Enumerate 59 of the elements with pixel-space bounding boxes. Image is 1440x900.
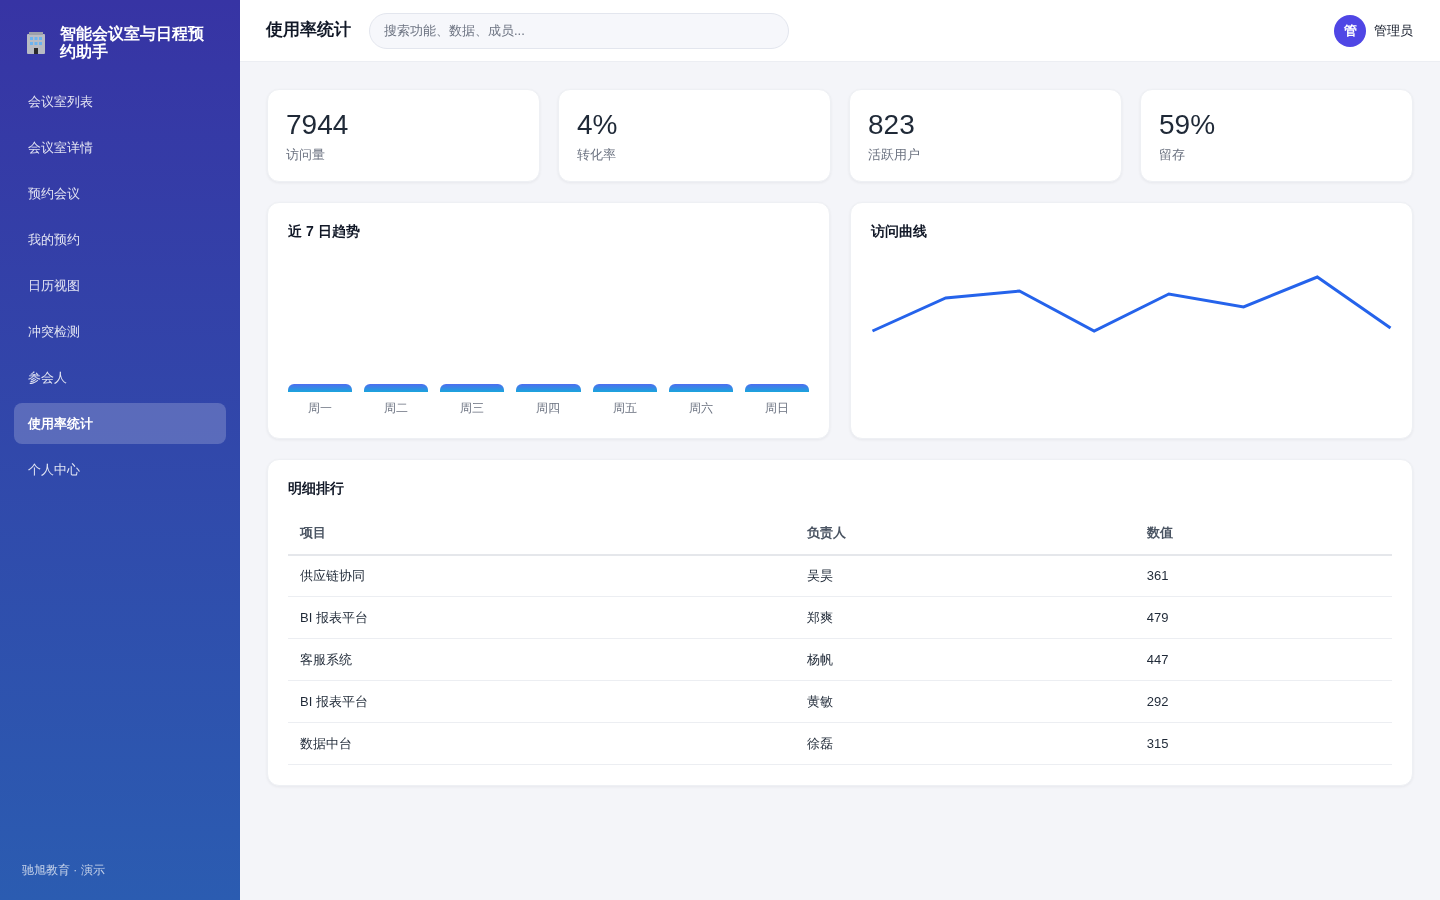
bar-label: 周六 [688,401,713,415]
bar-label: 周一 [308,401,333,415]
app-title: 智能会议室与日程预约助手 [60,25,205,61]
column-header: 负责人 [794,512,1135,555]
user-name[interactable]: 管理员 [1374,20,1413,41]
stat-label: 留存 [1159,146,1186,164]
chart-bar [744,384,809,392]
stat-label: 转化率 [577,146,617,164]
stat-label: 活跃用户 [868,146,921,164]
table-cell: 客服系统 [288,638,795,681]
stat-value: 7944 [286,108,350,142]
table-cell: 黄敏 [794,680,1135,723]
table-title: 明细排行 [288,479,345,497]
chart-title: 近 7 日趋势 [288,223,361,240]
sidebar-item[interactable]: 个人中心 [14,449,226,490]
chart-bar [364,384,429,392]
sidebar-item[interactable]: 我的预约 [14,219,226,260]
table-cell: 数据中台 [288,722,795,765]
sidebar-item[interactable]: 参会人 [14,357,226,398]
chart-bar [592,384,657,392]
table-cell: BI 报表平台 [288,680,795,723]
page-title: 使用率统计 [266,20,351,41]
table-cell: 479 [1134,596,1392,639]
footer-text: 驰旭教育 · 演示 [21,862,106,879]
table-cell: 292 [1134,680,1392,723]
search-field[interactable]: 搜索功能、数据、成员... [369,12,789,49]
table-cell: 447 [1134,638,1392,681]
bar-label: 周二 [384,401,409,415]
table-cell: 徐磊 [794,722,1135,765]
table-cell: 供应链协同 [288,554,795,597]
sidebar-item[interactable]: 预约会议 [14,173,226,214]
chart-bar [440,384,505,392]
sidebar-item[interactable]: 会议室详情 [14,127,226,168]
column-header: 数值 [1134,512,1392,555]
bar-label: 周三 [460,401,485,415]
table-cell: 361 [1134,554,1392,597]
table-cell: 吴昊 [794,554,1135,597]
sidebar-item[interactable]: 日历视图 [14,265,226,306]
table-cell: BI 报表平台 [288,596,795,639]
column-header: 项目 [288,512,795,555]
bar-label: 周四 [536,401,561,415]
stat-value: 59% [1159,108,1217,142]
table-cell: 315 [1134,722,1392,765]
user-avatar[interactable]: 管 [1334,14,1366,47]
sidebar-item[interactable]: 冲突检测 [14,311,226,352]
table-cell: 郑爽 [794,596,1135,639]
stat-label: 访问量 [286,146,326,164]
chart-title: 访问曲线 [871,223,928,240]
chart-bar [668,384,733,392]
bar-label: 周五 [612,401,637,415]
bar-label: 周日 [764,401,789,415]
office-building-icon [24,31,48,55]
chart-bar [288,384,353,392]
chart-bar [516,384,581,392]
stat-value: 4% [577,108,619,142]
table-cell: 杨帆 [794,638,1135,681]
sidebar-item[interactable]: 会议室列表 [14,81,226,122]
stat-value: 823 [868,108,916,142]
sidebar-item[interactable]: 使用率统计 [14,403,226,444]
